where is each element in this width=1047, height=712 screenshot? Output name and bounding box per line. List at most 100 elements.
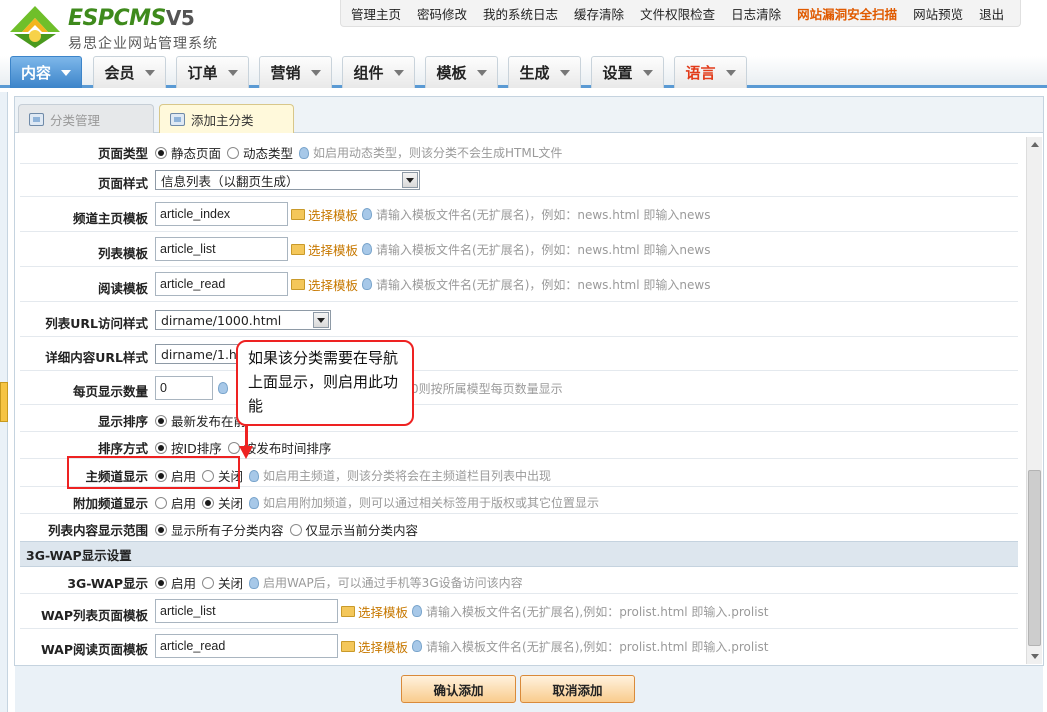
hint-bulb-icon	[362, 208, 373, 220]
cancel-add-button[interactable]: 取消添加	[520, 675, 635, 703]
folder-icon	[291, 278, 305, 290]
radio-static-page[interactable]	[155, 146, 167, 159]
menu-settings[interactable]: 设置	[591, 56, 664, 88]
radio-newest-first[interactable]	[155, 414, 167, 427]
menu-generate[interactable]: 生成	[508, 56, 581, 88]
chevron-down-icon	[61, 69, 71, 76]
hint-bulb-icon	[249, 496, 260, 509]
chevron-down-icon	[642, 69, 653, 76]
input-read-template[interactable]: article_read	[155, 272, 288, 296]
topnav-file-permission[interactable]: 文件权限检查	[632, 4, 723, 23]
radio-sort-by-time[interactable]	[227, 441, 240, 454]
select-list-url-style[interactable]: dirname/1000.html	[155, 310, 331, 330]
category-form: 页面类型 静态页面 动态类型 如启用动态类型，则该分类不会生成HTML文件 页面…	[20, 137, 1018, 662]
menu-templates[interactable]: 模板	[425, 56, 498, 88]
menu-components[interactable]: 组件	[342, 56, 415, 88]
topnav-my-log[interactable]: 我的系统日志	[475, 4, 566, 23]
tab-category-manage[interactable]: 分类管理	[18, 104, 154, 133]
dropdown-arrow-icon	[313, 312, 329, 328]
row-read-template: 阅读模板 article_read 选择模板 请输入模板文件名(无扩展名)，例如…	[20, 267, 1018, 302]
label-per-page: 每页显示数量	[72, 384, 148, 399]
row-sort-mode: 排序方式 按ID排序 按发布时间排序	[20, 432, 1018, 459]
tab-add-main-category[interactable]: 添加主分类	[159, 104, 294, 133]
menu-language[interactable]: 语言	[674, 56, 747, 88]
label-extra-channel: 附加频道显示	[72, 496, 148, 511]
radio-wap-on-label: 启用	[171, 576, 197, 591]
label-page-type: 页面类型	[97, 146, 148, 161]
row-sort-display: 显示排序 最新发布在前	[20, 405, 1018, 432]
scroll-up-icon[interactable]	[1027, 137, 1042, 152]
menu-member-label: 会员	[104, 64, 135, 82]
radio-sort-by-id[interactable]	[155, 441, 167, 454]
logo-brand: ESPCMSV5	[68, 6, 195, 31]
input-wap-read-template[interactable]: article_read	[155, 634, 338, 658]
hint-text: 请输入模板文件名(无扩展名)，例如：news.html 即输入news	[376, 277, 711, 292]
radio-extra-channel-on[interactable]	[155, 496, 167, 509]
label-wap-list-template: WAP列表页面模板	[40, 608, 148, 623]
choose-template-label: 选择模板	[308, 277, 359, 293]
vertical-scrollbar[interactable]	[1026, 137, 1042, 664]
radio-wap-on[interactable]	[155, 576, 167, 589]
choose-template-label: 选择模板	[308, 242, 359, 258]
row-detail-url-style: 详细内容URL样式 dirname/1.htm	[20, 337, 1018, 371]
input-per-page[interactable]: 0	[155, 376, 213, 400]
hint-text: 如启用附加频道，则可以通过相关标签用于版权或其它位置显示	[263, 496, 600, 510]
logo: ESPCMSV5 易思企业网站管理系统	[8, 4, 238, 52]
row-wap-list-template: WAP列表页面模板 article_list 选择模板 请输入模板文件名(无扩展…	[20, 594, 1018, 629]
label-list-scope: 列表内容显示范围	[47, 523, 148, 538]
menu-order[interactable]: 订单	[176, 56, 249, 88]
radio-all-subcategories[interactable]	[155, 523, 167, 536]
input-wap-list-template[interactable]: article_list	[155, 599, 338, 623]
logo-subtitle: 易思企业网站管理系统	[68, 36, 218, 52]
hint-text: 如启用主频道，则该分类将会在主频道栏目列表中出现	[263, 469, 552, 483]
scrollbar-thumb[interactable]	[1028, 470, 1041, 646]
radio-wap-off[interactable]	[202, 576, 215, 589]
tab-category-manage-label: 分类管理	[50, 112, 101, 128]
topnav-clear-log[interactable]: 日志清除	[723, 4, 789, 23]
header: ESPCMSV5 易思企业网站管理系统 管理主页 密码修改 我的系统日志 缓存清…	[0, 0, 1047, 56]
topnav-preview[interactable]: 网站预览	[905, 4, 971, 23]
annotation-highlight-box	[67, 456, 240, 489]
choose-template-button[interactable]: 选择模板	[291, 275, 358, 294]
hint-text: 启用WAP后，可以通过手机等3G设备访问该内容	[263, 576, 523, 590]
confirm-add-button[interactable]: 确认添加	[401, 675, 516, 703]
menu-content[interactable]: 内容	[10, 56, 82, 88]
topnav-password[interactable]: 密码修改	[409, 4, 475, 23]
window-icon	[29, 112, 44, 126]
folder-icon	[291, 243, 305, 255]
label-sort-mode: 排序方式	[97, 441, 148, 456]
sidebar-toggle-handle[interactable]	[0, 382, 8, 422]
radio-current-only[interactable]	[289, 523, 302, 536]
row-page-type: 页面类型 静态页面 动态类型 如启用动态类型，则该分类不会生成HTML文件	[20, 137, 1018, 164]
choose-template-button[interactable]: 选择模板	[341, 602, 408, 621]
radio-extra-channel-off[interactable]	[202, 496, 215, 509]
choose-template-button[interactable]: 选择模板	[291, 205, 358, 224]
chevron-down-icon	[559, 69, 570, 76]
menu-settings-label: 设置	[602, 64, 633, 82]
select-page-style[interactable]: 信息列表（以翻页生成）	[155, 170, 420, 190]
topnav-logout[interactable]: 退出	[971, 4, 1012, 23]
choose-template-button[interactable]: 选择模板	[341, 637, 408, 656]
choose-template-label: 选择模板	[358, 639, 409, 655]
row-channel-template: 频道主页模板 article_index 选择模板 请输入模板文件名(无扩展名)…	[20, 197, 1018, 232]
select-list-url-style-value: dirname/1000.html	[161, 312, 282, 328]
menu-marketing[interactable]: 营销	[259, 56, 332, 88]
hint-bulb-icon	[299, 146, 310, 159]
radio-sort-by-time-label: 按发布时间排序	[243, 441, 332, 456]
hint-bulb-icon	[362, 243, 373, 255]
row-extra-channel: 附加频道显示 启用 关闭 如启用附加频道，则可以通过相关标签用于版权或其它位置显…	[20, 487, 1018, 514]
radio-extra-channel-on-label: 启用	[171, 496, 197, 511]
section-wap-settings: 3G-WAP显示设置	[20, 541, 1018, 567]
folder-icon	[291, 208, 305, 220]
scroll-down-icon[interactable]	[1027, 649, 1042, 664]
input-channel-template[interactable]: article_index	[155, 202, 288, 226]
menu-member[interactable]: 会员	[93, 56, 166, 88]
choose-template-label: 选择模板	[308, 207, 359, 223]
topnav-security-scan[interactable]: 网站漏洞安全扫描	[789, 4, 905, 23]
radio-dynamic-type[interactable]	[227, 146, 240, 159]
choose-template-button[interactable]: 选择模板	[291, 240, 358, 259]
topnav-home[interactable]: 管理主页	[343, 4, 409, 23]
radio-static-page-label: 静态页面	[171, 146, 222, 161]
input-list-template[interactable]: article_list	[155, 237, 288, 261]
topnav-clear-cache[interactable]: 缓存清除	[566, 4, 632, 23]
